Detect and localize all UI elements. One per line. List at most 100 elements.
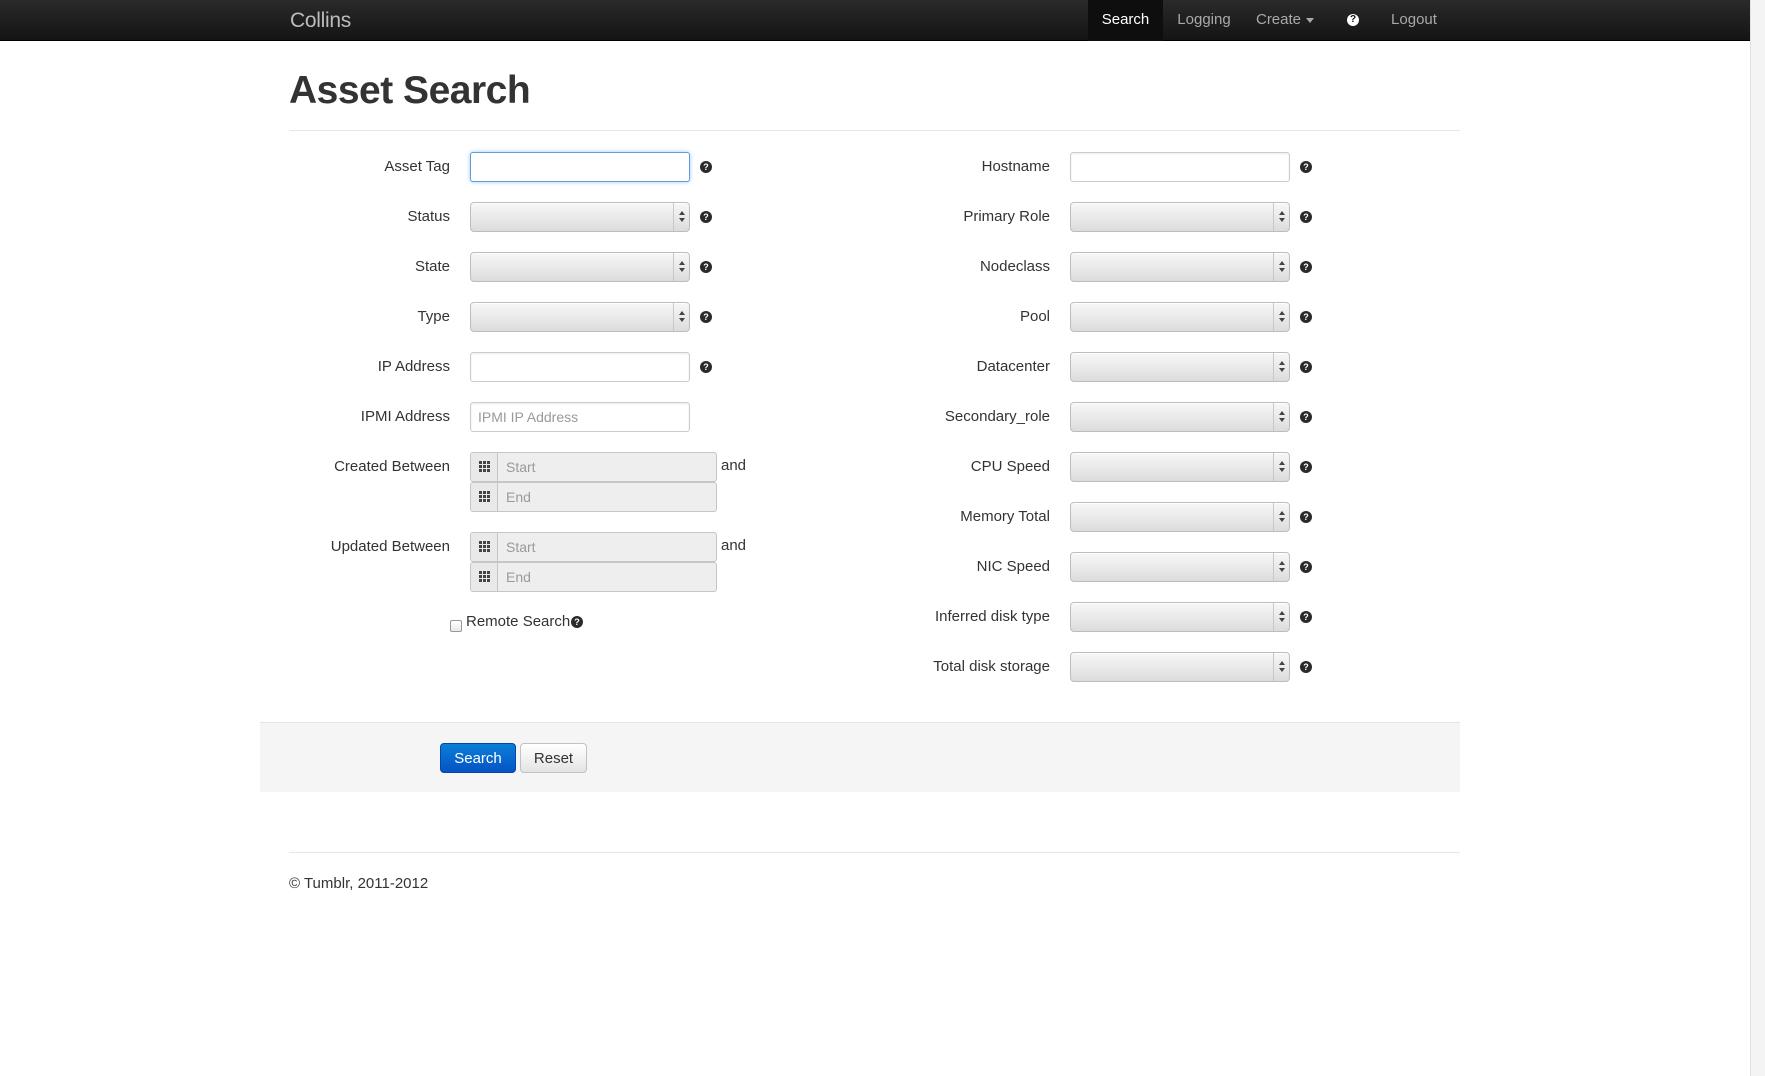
secondary-role-label: Secondary_role <box>944 408 1050 425</box>
title-divider <box>289 130 1460 131</box>
pool-select[interactable] <box>1070 302 1290 332</box>
remote-search-help-icon[interactable]: ? <box>571 616 583 628</box>
status-help-icon[interactable]: ? <box>700 211 712 223</box>
memory-total-select[interactable] <box>1070 502 1290 532</box>
nic-speed-label: NIC Speed <box>976 558 1050 575</box>
ipmi-address-label: IPMI Address <box>360 408 450 425</box>
created-end-input[interactable] <box>499 483 716 511</box>
ip-address-help-icon[interactable]: ? <box>700 361 712 373</box>
calendar-grid-icon <box>479 461 490 472</box>
asset-tag-help-icon[interactable]: ? <box>700 161 712 173</box>
updated-between-label: Updated Between <box>330 538 450 555</box>
total-disk-storage-help-icon[interactable]: ? <box>1300 661 1312 673</box>
select-arrows-icon <box>1273 303 1289 331</box>
primary-role-select[interactable] <box>1070 202 1290 232</box>
footer-divider <box>289 852 1460 853</box>
datacenter-label: Datacenter <box>976 358 1050 375</box>
ip-address-input[interactable] <box>470 352 690 382</box>
type-help-icon[interactable]: ? <box>700 311 712 323</box>
hostname-help-icon[interactable]: ? <box>1300 161 1312 173</box>
calendar-icon[interactable] <box>471 453 498 481</box>
nav-help[interactable]: ? <box>1340 0 1366 41</box>
nodeclass-label: Nodeclass <box>979 258 1050 275</box>
top-navbar: Collins Search Logging Create ? Logout <box>0 0 1750 41</box>
updated-and-text: and <box>721 537 747 554</box>
select-arrows-icon <box>673 253 689 281</box>
calendar-grid-icon <box>479 491 490 502</box>
nodeclass-help-icon[interactable]: ? <box>1300 261 1312 273</box>
pool-help-icon[interactable]: ? <box>1300 311 1312 323</box>
pool-label: Pool <box>1019 308 1050 325</box>
status-select[interactable] <box>470 202 690 232</box>
type-label: Type <box>417 308 450 325</box>
nic-speed-help-icon[interactable]: ? <box>1300 561 1312 573</box>
select-arrows-icon <box>1273 203 1289 231</box>
reset-button[interactable]: Reset <box>520 743 587 773</box>
total-disk-storage-label: Total disk storage <box>933 658 1050 675</box>
created-start-input[interactable] <box>499 453 716 481</box>
state-label: State <box>414 258 450 275</box>
datacenter-help-icon[interactable]: ? <box>1300 361 1312 373</box>
select-arrows-icon <box>1273 253 1289 281</box>
asset-tag-label: Asset Tag <box>384 158 450 175</box>
cpu-speed-label: CPU Speed <box>970 458 1050 475</box>
calendar-grid-icon <box>479 541 490 552</box>
nav-create-dropdown[interactable]: Create <box>1250 0 1320 41</box>
hostname-input[interactable] <box>1070 152 1290 182</box>
calendar-icon[interactable] <box>471 563 498 591</box>
created-and-text: and <box>721 457 747 474</box>
cpu-speed-select[interactable] <box>1070 452 1290 482</box>
footer-copyright: © Tumblr, 2011-2012 <box>289 875 429 892</box>
select-arrows-icon <box>1273 653 1289 681</box>
updated-start-input[interactable] <box>499 533 716 561</box>
select-arrows-icon <box>1273 603 1289 631</box>
updated-end-input[interactable] <box>499 563 716 591</box>
inferred-disk-type-label: Inferred disk type <box>934 608 1050 625</box>
page-title: Asset Search <box>289 69 531 112</box>
brand-logo[interactable]: Collins <box>290 9 351 33</box>
asset-tag-input[interactable] <box>470 152 690 182</box>
nav-create-label: Create <box>1255 11 1302 28</box>
state-help-icon[interactable]: ? <box>700 261 712 273</box>
calendar-icon[interactable] <box>471 533 498 561</box>
caret-down-icon <box>1306 17 1315 23</box>
nav-search[interactable]: Search <box>1088 0 1163 41</box>
created-end-date[interactable] <box>470 482 717 512</box>
total-disk-storage-select[interactable] <box>1070 652 1290 682</box>
inferred-disk-type-help-icon[interactable]: ? <box>1300 611 1312 623</box>
nav-logging[interactable]: Logging <box>1169 0 1239 41</box>
created-between-label: Created Between <box>334 458 450 475</box>
select-arrows-icon <box>673 203 689 231</box>
nic-speed-select[interactable] <box>1070 552 1290 582</box>
calendar-icon[interactable] <box>471 483 498 511</box>
created-start-date[interactable] <box>470 452 717 482</box>
vertical-scrollbar[interactable] <box>1750 0 1765 1076</box>
select-arrows-icon <box>1273 353 1289 381</box>
ip-address-label: IP Address <box>377 358 450 375</box>
remote-search-label[interactable]: Remote Search <box>466 613 570 630</box>
ipmi-address-input[interactable] <box>470 402 690 432</box>
updated-start-date[interactable] <box>470 532 717 562</box>
question-circle-icon: ? <box>1347 14 1359 26</box>
type-select[interactable] <box>470 302 690 332</box>
secondary-role-select[interactable] <box>1070 402 1290 432</box>
nav-logout[interactable]: Logout <box>1384 0 1444 41</box>
select-arrows-icon <box>1273 403 1289 431</box>
state-select[interactable] <box>470 252 690 282</box>
datacenter-select[interactable] <box>1070 352 1290 382</box>
cpu-speed-help-icon[interactable]: ? <box>1300 461 1312 473</box>
remote-search-checkbox[interactable] <box>450 620 462 632</box>
select-arrows-icon <box>1273 503 1289 531</box>
updated-end-date[interactable] <box>470 562 717 592</box>
search-button[interactable]: Search <box>440 743 516 773</box>
nodeclass-select[interactable] <box>1070 252 1290 282</box>
primary-role-help-icon[interactable]: ? <box>1300 211 1312 223</box>
secondary-role-help-icon[interactable]: ? <box>1300 411 1312 423</box>
status-label: Status <box>407 208 450 225</box>
calendar-grid-icon <box>479 571 490 582</box>
select-arrows-icon <box>1273 453 1289 481</box>
memory-total-label: Memory Total <box>960 508 1050 525</box>
select-arrows-icon <box>673 303 689 331</box>
inferred-disk-type-select[interactable] <box>1070 602 1290 632</box>
memory-total-help-icon[interactable]: ? <box>1300 511 1312 523</box>
